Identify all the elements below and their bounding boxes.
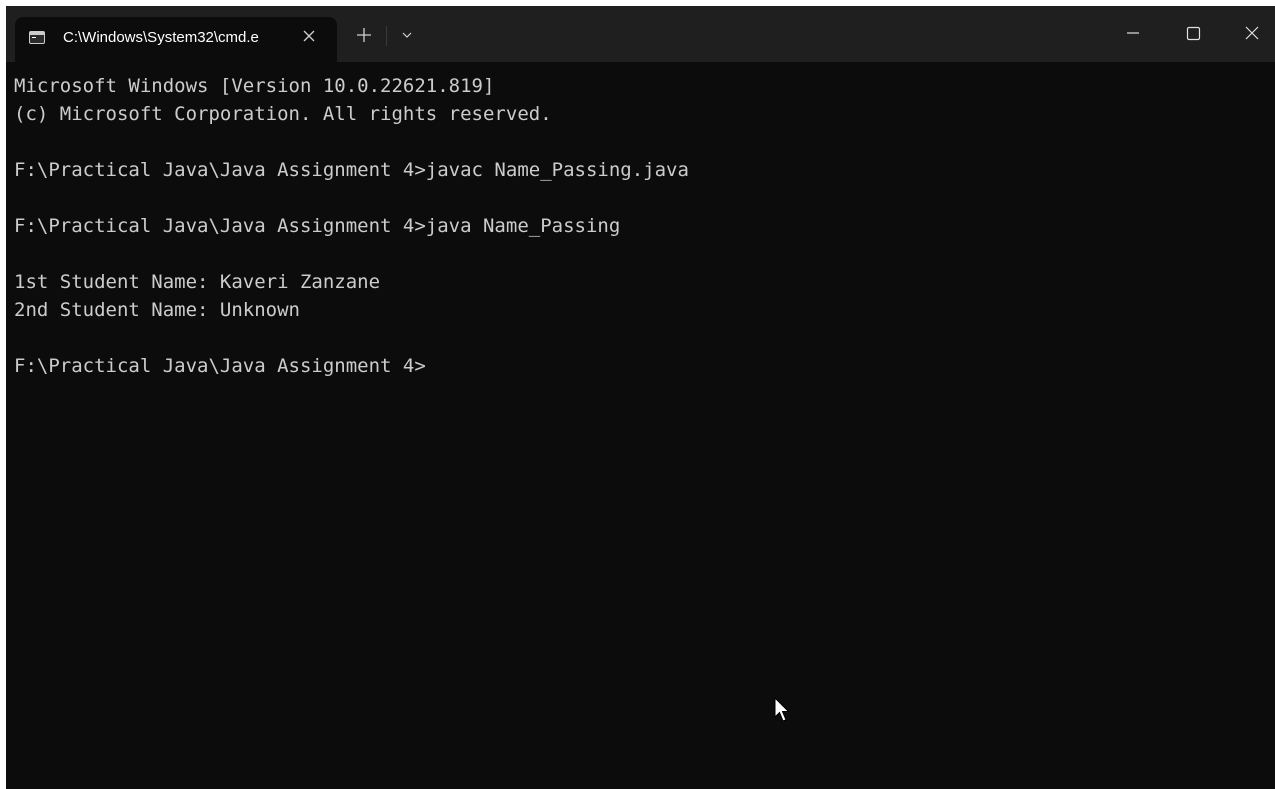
console-line: Microsoft Windows [Version 10.0.22621.81…	[14, 75, 495, 97]
tab-divider	[386, 26, 387, 46]
mouse-cursor-icon	[774, 697, 790, 722]
console-line: F:\Practical Java\Java Assignment 4>java…	[14, 215, 621, 237]
maximize-button[interactable]	[1170, 16, 1216, 50]
terminal-icon	[29, 31, 45, 44]
tab-dropdown-button[interactable]	[396, 24, 418, 46]
chevron-down-icon	[402, 32, 412, 38]
console-line: 1st Student Name: Kaveri Zanzane	[14, 271, 381, 293]
minimize-button[interactable]	[1110, 16, 1156, 50]
console-line: 2nd Student Name: Unknown	[14, 299, 300, 321]
tab-cmd[interactable]: C:\Windows\System32\cmd.e	[15, 17, 337, 62]
console-prompt: F:\Practical Java\Java Assignment 4>	[14, 355, 426, 377]
console-line: F:\Practical Java\Java Assignment 4>java…	[14, 159, 689, 181]
close-icon	[303, 30, 315, 42]
close-window-button[interactable]	[1229, 16, 1275, 50]
tab-close-button[interactable]	[298, 25, 320, 47]
close-icon	[1245, 26, 1259, 40]
maximize-icon	[1186, 26, 1201, 41]
plus-icon	[357, 28, 371, 42]
console-line: (c) Microsoft Corporation. All rights re…	[14, 103, 552, 125]
tab-title: C:\Windows\System32\cmd.e	[63, 29, 259, 46]
terminal-window: C:\Windows\System32\cmd.e Microsoft Wind…	[6, 6, 1275, 789]
title-bar[interactable]: C:\Windows\System32\cmd.e	[6, 6, 1275, 62]
console-output[interactable]: Microsoft Windows [Version 10.0.22621.81…	[14, 72, 1264, 380]
new-tab-button[interactable]	[352, 23, 376, 47]
minimize-icon	[1127, 32, 1139, 34]
